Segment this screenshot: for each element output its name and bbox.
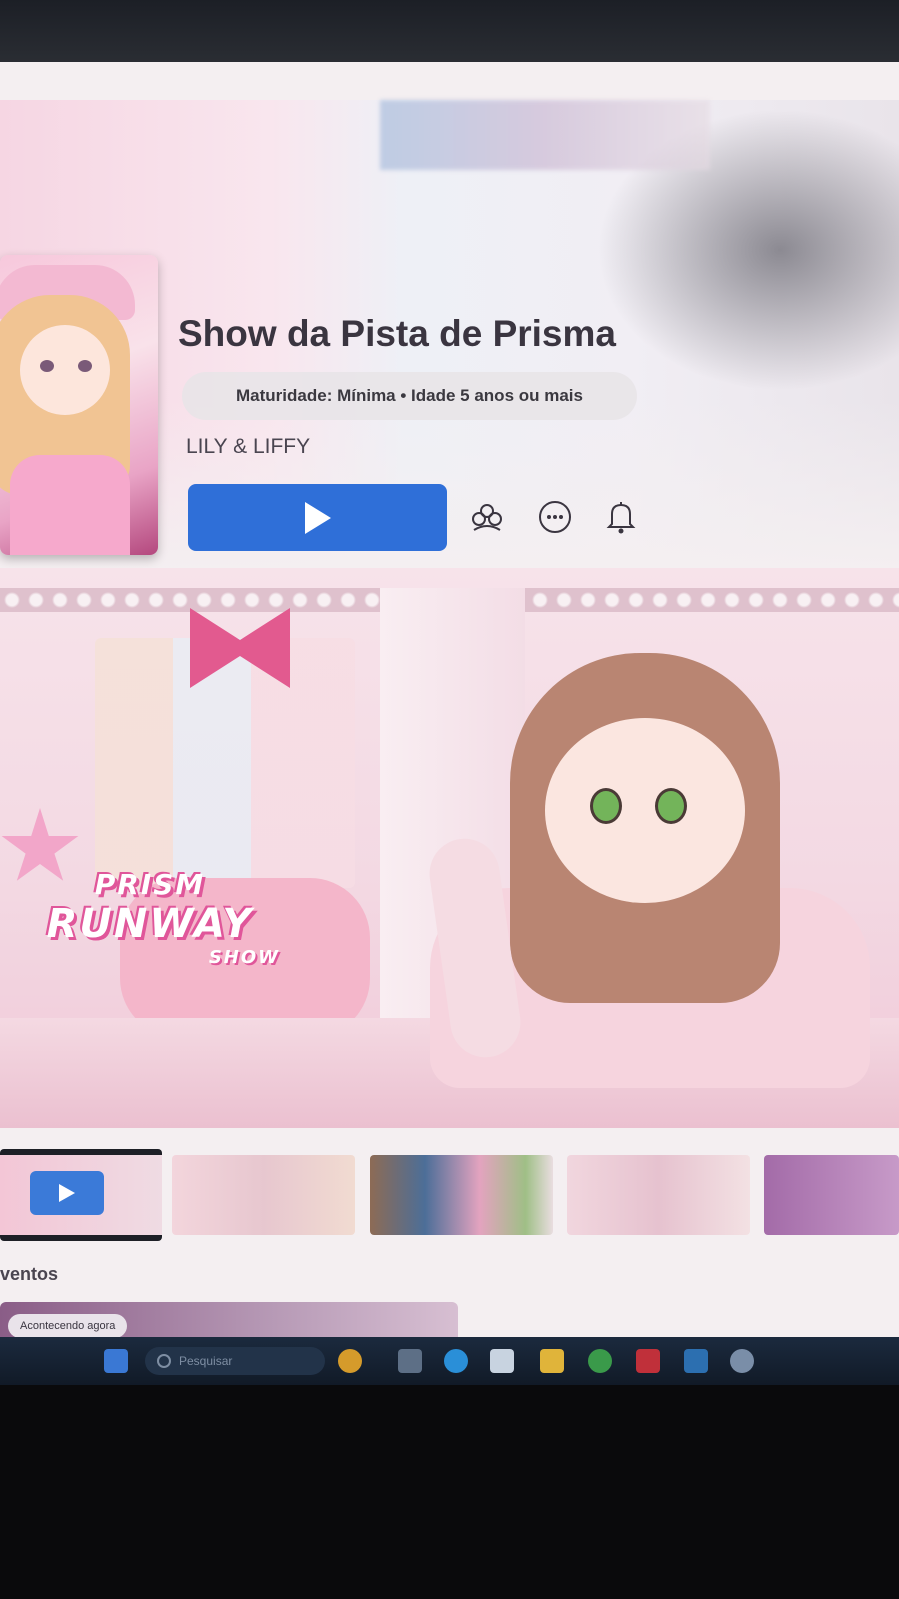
- character-eye: [590, 788, 622, 824]
- logo-line-3: SHOW: [208, 947, 280, 968]
- event-status-badge: Acontecendo agora: [8, 1314, 128, 1338]
- task-view-icon[interactable]: [398, 1349, 422, 1373]
- edge-icon[interactable]: [444, 1349, 468, 1373]
- search-icon: [157, 1354, 171, 1368]
- search-placeholder: Pesquisar: [179, 1354, 233, 1368]
- play-icon: [59, 1184, 75, 1202]
- thumbnail-dress: [10, 455, 130, 555]
- creator-name[interactable]: LILY & LIFFY: [186, 435, 310, 459]
- game-logo: PRISM RUNWAY SHOW: [0, 868, 300, 968]
- experience-title: Show da Pista de Prisma: [178, 313, 616, 354]
- media-carousel: [0, 1149, 899, 1241]
- media-thumb-image: [172, 1155, 355, 1235]
- character-eye: [655, 788, 687, 824]
- media-thumb[interactable]: [370, 1155, 553, 1235]
- video-play-badge: [30, 1171, 104, 1215]
- media-thumb[interactable]: [764, 1155, 899, 1235]
- taskbar-search[interactable]: Pesquisar: [145, 1347, 325, 1375]
- media-thumb-image: [370, 1155, 553, 1235]
- windows-start-icon[interactable]: [104, 1349, 128, 1373]
- experience-thumbnail: [0, 255, 158, 555]
- media-thumb-video[interactable]: [0, 1149, 162, 1241]
- maturity-badge: Maturidade: Mínima • Idade 5 anos ou mai…: [182, 372, 637, 420]
- chrome-icon[interactable]: [588, 1349, 612, 1373]
- events-heading: ventos: [0, 1264, 59, 1284]
- character-face: [545, 718, 745, 903]
- hero-banner: Show da Pista de Prisma Maturidade: Míni…: [0, 100, 899, 570]
- notify-button[interactable]: [604, 500, 638, 534]
- windows-taskbar: Pesquisar: [0, 1337, 899, 1385]
- logo-line-2: RUNWAY: [46, 901, 254, 947]
- more-icon: [539, 501, 571, 533]
- widget-icon[interactable]: [338, 1349, 362, 1373]
- more-button[interactable]: [538, 500, 572, 534]
- clothing-rack: [95, 638, 355, 888]
- play-button[interactable]: [188, 484, 447, 551]
- people-icon: [472, 504, 502, 531]
- play-icon: [304, 501, 331, 534]
- thumbnail-eye: [40, 360, 54, 372]
- media-thumb-image: [764, 1155, 899, 1235]
- thumbnail-eye: [78, 360, 92, 372]
- media-thumb[interactable]: [172, 1155, 355, 1235]
- screen: Show da Pista de Prisma Maturidade: Míni…: [0, 62, 899, 1362]
- app-icon-red[interactable]: [636, 1349, 660, 1373]
- media-thumb-image: [567, 1155, 750, 1235]
- media-thumb[interactable]: [567, 1155, 750, 1235]
- monitor-bottom-bezel: [0, 1385, 899, 1599]
- app-icon-blue[interactable]: [684, 1349, 708, 1373]
- store-icon[interactable]: [490, 1349, 514, 1373]
- roblox-icon[interactable]: [730, 1349, 754, 1373]
- featured-artwork: PRISM RUNWAY SHOW: [0, 568, 899, 1128]
- bell-icon: [606, 502, 636, 534]
- file-explorer-icon[interactable]: [540, 1349, 564, 1373]
- maturity-label: Maturidade: Mínima • Idade 5 anos ou mai…: [236, 386, 583, 405]
- monitor-bezel: [0, 0, 899, 62]
- party-button[interactable]: [470, 500, 504, 534]
- hero-background-strip: [380, 100, 710, 170]
- thumbnail-face: [20, 325, 110, 415]
- logo-line-1: PRISM: [94, 868, 206, 901]
